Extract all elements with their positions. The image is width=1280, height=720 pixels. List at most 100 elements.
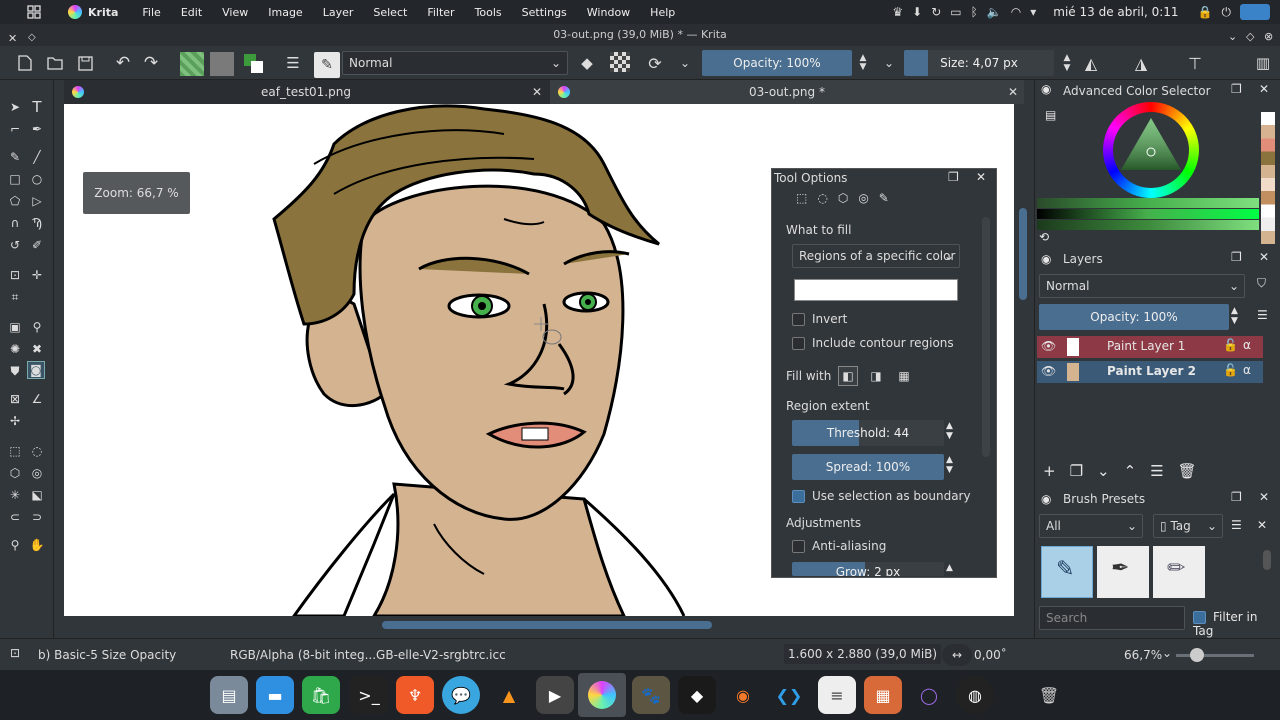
tab-eaf-test01[interactable]: eaf_test01.png ✕: [64, 80, 548, 104]
wifi-icon[interactable]: ◠: [1011, 5, 1021, 19]
ellipse-select-icon[interactable]: ◌: [28, 442, 46, 460]
menu-filter[interactable]: Filter: [417, 6, 464, 19]
fill-fg-color-icon[interactable]: ◧: [838, 366, 858, 386]
brush-mode-icon[interactable]: ✎: [879, 191, 889, 205]
color-wheel[interactable]: [1103, 102, 1199, 198]
dock-calculator-icon[interactable]: ▦: [864, 676, 902, 714]
layer-name[interactable]: Paint Layer 2: [1107, 364, 1196, 378]
rotation-icon[interactable]: ↔: [942, 644, 972, 666]
brush-preset-icon[interactable]: ✎: [314, 52, 340, 78]
close-panel-icon[interactable]: ✕: [1259, 82, 1269, 96]
menu-tools[interactable]: Tools: [465, 6, 512, 19]
opacity-spin-icon[interactable]: ▲ ▼: [852, 52, 874, 74]
float-panel-icon[interactable]: ❐: [1231, 250, 1242, 264]
green-shade-bar-3[interactable]: [1037, 220, 1259, 230]
lock-icon[interactable]: 🔒: [1198, 5, 1213, 19]
float-panel-icon[interactable]: ❐: [1231, 82, 1242, 96]
use-selection-option[interactable]: Use selection as boundary: [792, 489, 971, 503]
brush-presets-scrollbar[interactable]: [1263, 550, 1271, 570]
dynamic-brush-icon[interactable]: ↺: [6, 236, 24, 254]
edit-shapes-icon[interactable]: ⌐: [6, 120, 24, 138]
duplicate-layer-icon[interactable]: ❐: [1070, 462, 1083, 480]
fill-tool-icon[interactable]: ⛊: [6, 362, 24, 380]
float-panel-icon[interactable]: ❐: [948, 170, 959, 184]
multibrush-icon[interactable]: ✐: [28, 236, 46, 254]
status-zoom[interactable]: 66,7%: [1124, 648, 1162, 662]
polygon-select-icon[interactable]: ⬡: [6, 464, 24, 482]
color-picker-icon[interactable]: ⚲: [28, 318, 46, 336]
filter-in-tag-option[interactable]: Filter in Tag: [1193, 610, 1280, 638]
mirror-vertical-icon[interactable]: ◮: [1130, 52, 1152, 74]
tray-disk-icon[interactable]: ▭: [950, 5, 961, 19]
clock[interactable]: mié 13 de abril, 0:11: [1053, 5, 1178, 19]
brush-preset-item[interactable]: ✒: [1097, 546, 1149, 598]
menu-settings[interactable]: Settings: [512, 6, 577, 19]
grow-slider[interactable]: Grow: 2 px: [792, 562, 944, 576]
polyline-tool-icon[interactable]: ▷: [28, 192, 46, 210]
freehand-select-icon[interactable]: ◎: [28, 464, 46, 482]
menu-select[interactable]: Select: [363, 6, 417, 19]
layer-blend-select[interactable]: Normal ⌄: [1039, 274, 1245, 298]
fg-bg-color-icon[interactable]: [242, 52, 264, 74]
menu-edit[interactable]: Edit: [171, 6, 212, 19]
layer-opacity-spin-icon[interactable]: ▲ ▼: [1231, 306, 1238, 326]
new-document-icon[interactable]: [14, 52, 36, 74]
open-document-icon[interactable]: [44, 52, 66, 74]
anti-aliasing-checkbox[interactable]: [792, 540, 805, 553]
calligraphy-icon[interactable]: ✒: [28, 120, 46, 138]
ellipse-mode-icon[interactable]: ◌: [817, 191, 827, 205]
visibility-eye-icon[interactable]: 👁: [1041, 364, 1056, 378]
rect-mode-icon[interactable]: ⬚: [796, 191, 807, 205]
layer-name[interactable]: Paint Layer 1: [1107, 339, 1185, 353]
dock-folder-icon[interactable]: ▬: [256, 676, 294, 714]
brush-settings-icon[interactable]: ☰: [282, 52, 304, 74]
close-panel-icon[interactable]: ✕: [976, 170, 986, 184]
fill-pattern-icon[interactable]: ▦: [894, 366, 914, 386]
layer-row[interactable]: 👁 Paint Layer 2 🔓 α: [1037, 361, 1263, 383]
canvas-only-icon[interactable]: ▥: [1252, 52, 1274, 74]
dock-ring-icon[interactable]: ◯: [910, 676, 948, 714]
alpha-inherit-icon[interactable]: α: [1243, 363, 1251, 377]
assistant-tool-icon[interactable]: ⊠: [6, 390, 24, 408]
layer-lock-icon[interactable]: 🔓: [1223, 338, 1238, 352]
transform-tool-icon[interactable]: ⊡: [6, 266, 24, 284]
volume-icon[interactable]: 🔈: [987, 5, 1002, 19]
enclose-fill-icon[interactable]: ◙: [27, 361, 45, 379]
close-panel-icon[interactable]: ✕: [1259, 490, 1269, 504]
gradient-tool-icon[interactable]: ▣: [6, 318, 24, 336]
toolbar-expand-icon[interactable]: ⌄: [878, 52, 900, 74]
wrap-around-icon[interactable]: ⊤: [1184, 52, 1206, 74]
dock-text-editor-icon[interactable]: ≡: [818, 676, 856, 714]
dock-files-icon[interactable]: ▤: [210, 676, 248, 714]
dock-krita-icon[interactable]: [578, 673, 626, 717]
line-tool-icon[interactable]: ╱: [28, 148, 46, 166]
magnetic-select-icon[interactable]: ⊃: [28, 508, 46, 526]
visibility-eye-icon[interactable]: 👁: [1041, 339, 1056, 353]
green-shade-bar-2[interactable]: [1037, 209, 1259, 219]
zoom-tool-icon[interactable]: ⚲: [6, 536, 24, 554]
menu-file[interactable]: File: [132, 6, 170, 19]
status-brush-icon[interactable]: ⊡: [10, 646, 20, 660]
opacity-slider[interactable]: Opacity: 100%: [702, 50, 852, 76]
contiguous-select-icon[interactable]: ✳: [6, 486, 24, 504]
more-options-icon[interactable]: ⌄: [674, 52, 696, 74]
tray-update-icon[interactable]: ↻: [931, 5, 941, 19]
tray-crown-icon[interactable]: ♛: [892, 5, 903, 19]
alpha-lock-icon[interactable]: [610, 52, 630, 72]
menu-view[interactable]: View: [212, 6, 258, 19]
colorize-mask-icon[interactable]: ✺: [6, 340, 24, 358]
green-shade-bar-1[interactable]: [1037, 198, 1259, 208]
zoom-slider-handle[interactable]: [1190, 648, 1204, 662]
layer-row[interactable]: 👁 Paint Layer 1 🔓 α: [1037, 336, 1263, 358]
brush-search-input[interactable]: Search: [1039, 606, 1185, 630]
menu-image[interactable]: Image: [258, 6, 312, 19]
layer-properties-icon[interactable]: ☰: [1150, 462, 1163, 480]
dock-vscode-icon[interactable]: ❮❯: [770, 676, 808, 714]
lasso-mode-icon[interactable]: ◎: [858, 191, 868, 205]
pan-tool-icon[interactable]: ✋: [28, 536, 46, 554]
app-grid-icon[interactable]: [26, 4, 42, 20]
layer-opacity-slider[interactable]: Opacity: 100%: [1039, 304, 1229, 330]
zoom-slider[interactable]: [1176, 654, 1254, 657]
polygon-mode-icon[interactable]: ⬡: [838, 191, 848, 205]
power-icon[interactable]: ⏻: [1222, 5, 1232, 20]
